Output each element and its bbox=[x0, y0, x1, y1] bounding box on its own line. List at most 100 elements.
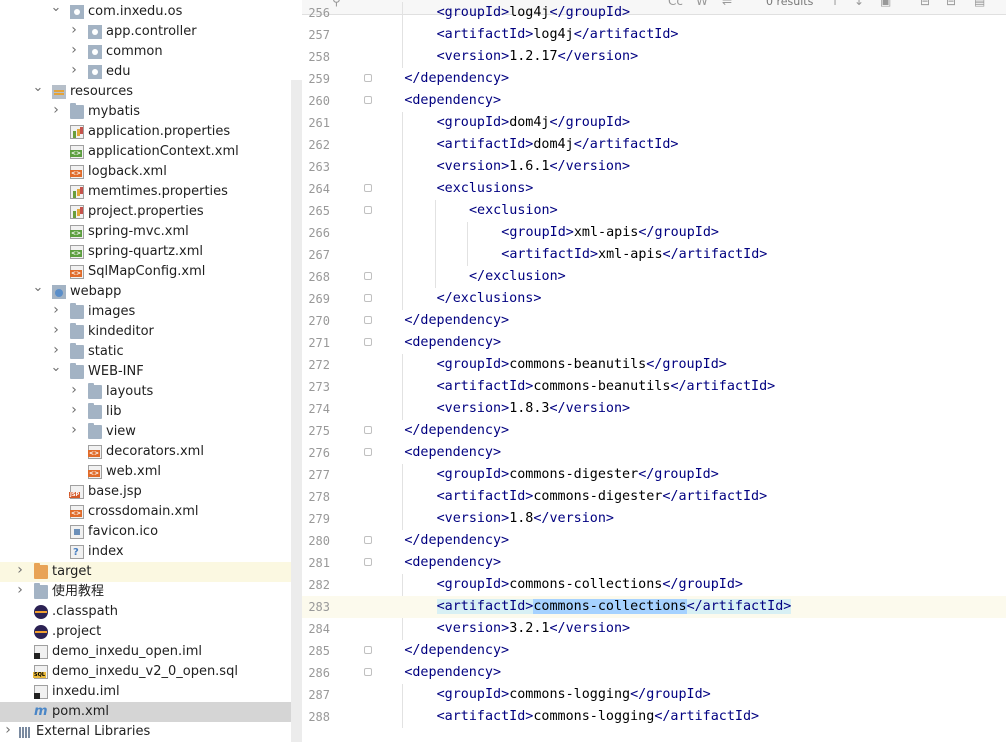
chevron-right-icon[interactable]: › bbox=[50, 323, 62, 337]
code-line[interactable]: 272 <groupId>commons-beanutils</groupId> bbox=[302, 354, 1006, 376]
code-line[interactable]: 278 <artifactId>commons-digester</artifac… bbox=[302, 486, 1006, 508]
fold-marker-icon[interactable] bbox=[364, 536, 372, 544]
code-line[interactable]: 270 </dependency> bbox=[302, 310, 1006, 332]
fold-marker-icon[interactable] bbox=[364, 558, 372, 566]
chevron-right-icon[interactable]: › bbox=[68, 43, 80, 57]
tree-item[interactable]: › lib bbox=[0, 402, 291, 422]
fold-marker-icon[interactable] bbox=[364, 448, 372, 456]
code-line[interactable]: 273 <artifactId>commons-beanutils</artifa… bbox=[302, 376, 1006, 398]
tree-item[interactable]: › static bbox=[0, 342, 291, 362]
code-line[interactable]: 284 <version>3.2.1</version> bbox=[302, 618, 1006, 640]
tree-item[interactable]: › images bbox=[0, 302, 291, 322]
tree-item[interactable]: applicationContext.xml bbox=[0, 142, 291, 162]
fold-marker-icon[interactable] bbox=[364, 184, 372, 192]
chevron-down-icon[interactable]: ⌄ bbox=[50, 1, 62, 15]
code-line[interactable]: 262 <artifactId>dom4j</artifactId> bbox=[302, 134, 1006, 156]
tree-item[interactable]: › External Libraries bbox=[0, 722, 291, 742]
fold-marker-icon[interactable] bbox=[364, 338, 372, 346]
code-line[interactable]: 256 <groupId>log4j</groupId> bbox=[302, 2, 1006, 24]
code-line[interactable]: 274 <version>1.8.3</version> bbox=[302, 398, 1006, 420]
chevron-right-icon[interactable]: › bbox=[2, 723, 14, 737]
project-tree-scrollbar[interactable] bbox=[291, 80, 302, 742]
tree-item[interactable]: spring-quartz.xml bbox=[0, 242, 291, 262]
fold-marker-icon[interactable] bbox=[364, 294, 372, 302]
fold-marker-icon[interactable] bbox=[364, 646, 372, 654]
fold-marker-icon[interactable] bbox=[364, 272, 372, 280]
fold-marker-icon[interactable] bbox=[364, 426, 372, 434]
tree-item[interactable]: memtimes.properties bbox=[0, 182, 291, 202]
tree-item[interactable]: project.properties bbox=[0, 202, 291, 222]
tree-item[interactable]: application.properties bbox=[0, 122, 291, 142]
tree-item[interactable]: ⌄ com.inxedu.os bbox=[0, 1, 291, 22]
chevron-down-icon[interactable]: ⌄ bbox=[32, 81, 44, 95]
code-line[interactable]: 269 </exclusions> bbox=[302, 288, 1006, 310]
project-tree-panel[interactable]: ⌄ com.inxedu.os › app.controller › common › edu… bbox=[0, 0, 302, 742]
chevron-right-icon[interactable]: › bbox=[68, 63, 80, 77]
code-line[interactable]: 276 <dependency> bbox=[302, 442, 1006, 464]
fold-marker-icon[interactable] bbox=[364, 206, 372, 214]
tree-item[interactable]: › layouts bbox=[0, 382, 291, 402]
code-line[interactable]: 268 </exclusion> bbox=[302, 266, 1006, 288]
code-line[interactable]: 264 <exclusions> bbox=[302, 178, 1006, 200]
tree-item[interactable]: › kindeditor bbox=[0, 322, 291, 342]
fold-marker-icon[interactable] bbox=[364, 96, 372, 104]
chevron-right-icon[interactable]: › bbox=[68, 403, 80, 417]
code-line[interactable]: 258 <version>1.2.17</version> bbox=[302, 46, 1006, 68]
fold-marker-icon[interactable] bbox=[364, 668, 372, 676]
tree-item[interactable]: ⌄ webapp bbox=[0, 281, 291, 302]
tree-item[interactable]: m pom.xml bbox=[0, 702, 302, 722]
tree-item[interactable]: demo_inxedu_open.iml bbox=[0, 642, 291, 662]
tree-item[interactable]: ⌄ WEB-INF bbox=[0, 361, 291, 382]
tree-item[interactable]: › view bbox=[0, 422, 291, 442]
chevron-down-icon[interactable]: ⌄ bbox=[50, 361, 62, 375]
tree-item[interactable]: index bbox=[0, 542, 291, 562]
tree-item[interactable]: › target bbox=[0, 562, 302, 582]
code-line[interactable]: 283 <artifactId>commons-collections</arti… bbox=[302, 596, 1006, 618]
code-line[interactable]: 286 <dependency> bbox=[302, 662, 1006, 684]
code-line[interactable]: 260 <dependency> bbox=[302, 90, 1006, 112]
chevron-right-icon[interactable]: › bbox=[14, 583, 26, 597]
tree-item[interactable]: demo_inxedu_v2_0_open.sql bbox=[0, 662, 291, 682]
tree-item[interactable]: logback.xml bbox=[0, 162, 291, 182]
chevron-right-icon[interactable]: › bbox=[68, 23, 80, 37]
tree-item[interactable]: › edu bbox=[0, 62, 291, 82]
tree-item[interactable]: web.xml bbox=[0, 462, 291, 482]
fold-marker-icon[interactable] bbox=[364, 74, 372, 82]
code-line[interactable]: 277 <groupId>commons-digester</groupId> bbox=[302, 464, 1006, 486]
code-line[interactable]: 265 <exclusion> bbox=[302, 200, 1006, 222]
code-line[interactable]: 280 </dependency> bbox=[302, 530, 1006, 552]
chevron-down-icon[interactable]: ⌄ bbox=[32, 281, 44, 295]
tree-item[interactable]: favicon.ico bbox=[0, 522, 291, 542]
tree-item[interactable]: › mybatis bbox=[0, 102, 291, 122]
code-line[interactable]: 267 <artifactId>xml-apis</artifactId> bbox=[302, 244, 1006, 266]
tree-item[interactable]: crossdomain.xml bbox=[0, 502, 291, 522]
code-line[interactable]: 261 <groupId>dom4j</groupId> bbox=[302, 112, 1006, 134]
tree-item[interactable]: › common bbox=[0, 42, 291, 62]
tree-item[interactable]: ⌄ resources bbox=[0, 81, 291, 102]
code-line[interactable]: 259 </dependency> bbox=[302, 68, 1006, 90]
tree-item[interactable]: base.jsp bbox=[0, 482, 291, 502]
code-line[interactable]: 287 <groupId>commons-logging</groupId> bbox=[302, 684, 1006, 706]
code-line[interactable]: 271 <dependency> bbox=[302, 332, 1006, 354]
code-line[interactable]: 279 <version>1.8</version> bbox=[302, 508, 1006, 530]
tree-item[interactable]: inxedu.iml bbox=[0, 682, 291, 702]
tree-item[interactable]: SqlMapConfig.xml bbox=[0, 262, 291, 282]
tree-item[interactable]: › 使用教程 bbox=[0, 582, 291, 602]
code-line[interactable]: 275 </dependency> bbox=[302, 420, 1006, 442]
fold-marker-icon[interactable] bbox=[364, 316, 372, 324]
code-line[interactable]: 257 <artifactId>log4j</artifactId> bbox=[302, 24, 1006, 46]
chevron-right-icon[interactable]: › bbox=[14, 563, 26, 577]
code-editor[interactable]: ⚲ Cc W ⇌ 0 results ↑ ↓ ▣ ⊟ ⊟ ▤ 256 <group… bbox=[302, 0, 1006, 742]
chevron-right-icon[interactable]: › bbox=[50, 103, 62, 117]
tree-item[interactable]: .project bbox=[0, 622, 291, 642]
code-line[interactable]: 288 <artifactId>commons-logging</artifact… bbox=[302, 706, 1006, 728]
tree-item[interactable]: › app.controller bbox=[0, 22, 291, 42]
code-line[interactable]: 281 <dependency> bbox=[302, 552, 1006, 574]
chevron-right-icon[interactable]: › bbox=[68, 383, 80, 397]
chevron-right-icon[interactable]: › bbox=[50, 303, 62, 317]
chevron-right-icon[interactable]: › bbox=[50, 343, 62, 357]
code-line[interactable]: 285 </dependency> bbox=[302, 640, 1006, 662]
code-line[interactable]: 266 <groupId>xml-apis</groupId> bbox=[302, 222, 1006, 244]
tree-item[interactable]: decorators.xml bbox=[0, 442, 291, 462]
tree-item[interactable]: spring-mvc.xml bbox=[0, 222, 291, 242]
